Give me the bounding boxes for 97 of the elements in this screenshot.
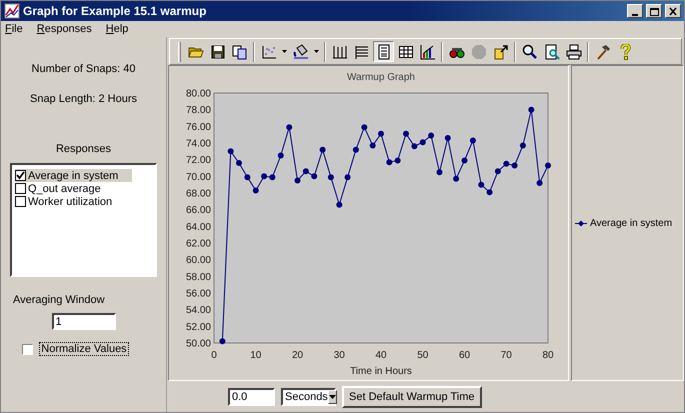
data-point — [411, 143, 418, 150]
data-point — [386, 159, 392, 166]
y-tick-label: 78.00 — [186, 105, 211, 116]
window-title: Graph for Example 15.1 warmup — [23, 4, 208, 18]
data-point — [370, 142, 376, 148]
warmup-time-field[interactable]: 0.0 — [228, 388, 275, 406]
set-default-warmup-button[interactable]: Set Default Warmup Time — [342, 386, 482, 408]
x-tick-label: 50 — [417, 350, 428, 361]
checkbox[interactable] — [15, 196, 26, 207]
legend-label: Average in system — [590, 218, 672, 228]
data-point — [494, 168, 501, 174]
data-point — [219, 338, 226, 344]
x-tick-label: 20 — [292, 350, 304, 361]
close-button[interactable] — [665, 4, 681, 18]
data-point — [403, 130, 409, 137]
dropdown-arrow-icon[interactable] — [328, 394, 336, 398]
data-point — [444, 135, 451, 141]
x-tick-label: 80 — [542, 350, 554, 361]
data-point — [328, 174, 334, 180]
data-point — [428, 132, 434, 138]
data-point — [311, 173, 318, 180]
data-point — [261, 173, 268, 180]
data-point — [352, 146, 359, 153]
y-tick-label: 50.00 — [186, 338, 211, 350]
y-tick-label: 52.00 — [186, 322, 211, 333]
y-tick-label: 56.00 — [186, 288, 211, 300]
response-label[interactable]: Q_out average — [28, 182, 101, 194]
data-point — [236, 160, 242, 166]
x-tick-label: 40 — [375, 350, 387, 361]
data-point — [545, 162, 551, 168]
data-point — [378, 130, 384, 137]
data-point — [420, 139, 426, 146]
data-point — [286, 124, 292, 130]
data-point — [503, 160, 510, 167]
y-tick-label: 80.00 — [186, 88, 211, 100]
response-label[interactable]: Worker utilization — [28, 196, 112, 208]
y-tick-label: 62.00 — [186, 238, 211, 250]
checkbox[interactable] — [22, 344, 34, 354]
y-tick-label: 54.00 — [186, 305, 211, 316]
data-point — [453, 176, 460, 182]
y-tick-label: 70.00 — [186, 172, 211, 183]
response-label[interactable]: Average in system — [28, 170, 118, 182]
data-point — [302, 168, 309, 174]
data-point — [478, 182, 484, 188]
maximize-icon[interactable] — [649, 6, 659, 16]
minimize-button[interactable] — [627, 4, 643, 18]
menu-item[interactable]: File — [5, 23, 23, 35]
data-point — [278, 152, 284, 158]
selected-row-highlight[interactable]: Average in system — [15, 169, 132, 182]
data-point — [394, 158, 401, 164]
y-tick-label: 60.00 — [186, 255, 211, 266]
x-tick-label: 30 — [334, 350, 345, 361]
y-tick-label: 68.00 — [186, 188, 211, 200]
checkbox[interactable] — [15, 170, 26, 181]
y-tick-label: 76.00 — [186, 122, 211, 133]
app-icon — [4, 3, 20, 19]
data-point — [269, 174, 276, 180]
data-point — [470, 138, 476, 144]
averaging-window-label: Averaging Window — [13, 294, 105, 306]
y-tick-label: 64.00 — [186, 222, 211, 233]
data-point — [520, 142, 526, 148]
data-point — [252, 188, 259, 194]
data-point — [536, 180, 543, 186]
data-point — [436, 169, 442, 176]
x-tick-label: 60 — [458, 350, 470, 361]
data-point — [462, 158, 468, 164]
y-tick-label: 58.00 — [186, 272, 211, 283]
document-icon[interactable] — [373, 41, 394, 62]
unit-dropdown[interactable]: Seconds — [281, 388, 336, 406]
y-tick-label: 66.00 — [186, 205, 211, 216]
data-point — [486, 189, 493, 196]
x-tick-label: 0 — [211, 350, 217, 361]
snap-count-label: Number of Snaps: 40 — [32, 63, 136, 75]
data-point — [294, 178, 300, 184]
data-point — [336, 202, 342, 208]
data-point — [528, 106, 534, 113]
y-tick-label: 72.00 — [186, 155, 211, 166]
x-tick-label: 10 — [250, 350, 262, 361]
menu-item[interactable]: Responses — [36, 23, 92, 35]
data-point — [512, 162, 518, 168]
responses-heading: Responses — [56, 143, 112, 155]
y-tick-label: 74.00 — [186, 138, 211, 150]
checkbox[interactable] — [15, 183, 26, 194]
x-tick-label: 70 — [500, 350, 512, 361]
averaging-window-field[interactable]: 1 — [52, 313, 116, 330]
x-axis-label: Time in Hours — [350, 366, 412, 377]
close-icon[interactable] — [668, 6, 678, 16]
chart-title: Warmup Graph — [347, 72, 415, 83]
data-point — [320, 146, 326, 153]
maximize-button[interactable] — [646, 4, 662, 18]
data-point — [361, 124, 368, 130]
menu-item[interactable]: Help — [106, 23, 128, 35]
normalize-label[interactable]: Normalize Values — [39, 342, 129, 356]
data-point — [344, 174, 351, 180]
data-point — [244, 174, 250, 180]
snap-length-label: Snap Length: 2 Hours — [30, 93, 138, 105]
data-point — [228, 148, 234, 154]
